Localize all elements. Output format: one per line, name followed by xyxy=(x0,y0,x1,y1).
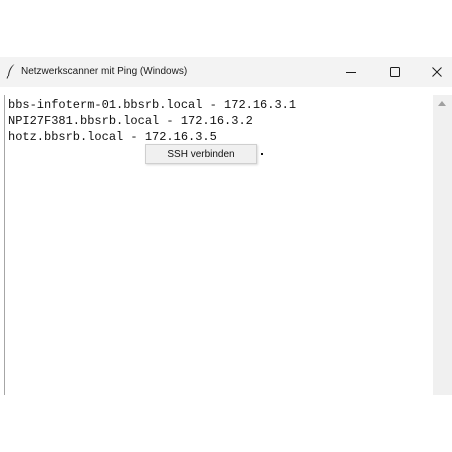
results-text-area[interactable]: bbs-infoterm-01.bbsrb.local - 172.16.3.1… xyxy=(4,95,431,395)
minimize-icon xyxy=(346,72,356,73)
mouse-cursor xyxy=(261,153,263,155)
maximize-button[interactable] xyxy=(374,57,416,87)
result-line[interactable]: hotz.bbsrb.local - 172.16.3.5 xyxy=(8,130,217,144)
minimize-button[interactable] xyxy=(330,57,372,87)
result-line[interactable]: bbs-infoterm-01.bbsrb.local - 172.16.3.1 xyxy=(8,98,296,112)
window-title: Netzwerkscanner mit Ping (Windows) xyxy=(21,66,188,77)
context-menu: SSH verbinden xyxy=(145,144,257,164)
title-bar[interactable]: Netzwerkscanner mit Ping (Windows) xyxy=(0,57,452,87)
scroll-up-arrow-icon[interactable] xyxy=(438,101,446,106)
app-window: Netzwerkscanner mit Ping (Windows) bbs-i… xyxy=(0,57,452,395)
maximize-icon xyxy=(390,67,400,77)
close-button[interactable] xyxy=(416,57,452,87)
feather-icon xyxy=(6,63,16,79)
close-icon xyxy=(432,67,442,77)
result-line[interactable]: NPI27F381.bbsrb.local - 172.16.3.2 xyxy=(8,114,253,128)
vertical-scrollbar[interactable] xyxy=(433,95,452,395)
ssh-connect-menu-item[interactable]: SSH verbinden xyxy=(167,149,234,160)
